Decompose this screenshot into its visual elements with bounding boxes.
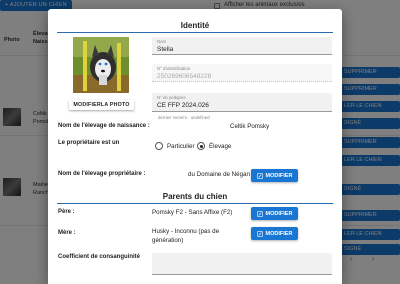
modify-label: MODIFIER [265, 230, 293, 237]
pedigree-field[interactable]: N° de pedigree CE FFP 2024.026 [152, 93, 332, 112]
mother-value-line2: génération) [152, 237, 184, 244]
mother-value: Husky - Inconnu (pas de génération) [152, 227, 219, 245]
pedigree-value: CE FFP 2024.026 [157, 102, 209, 109]
pencil-icon [256, 230, 263, 237]
modify-mother-button[interactable]: MODIFIER [251, 227, 298, 240]
father-value: Pomsky F2 - Sans Affixe (F2) [152, 209, 233, 216]
owner-elevage-label: Élevage [209, 143, 232, 150]
dog-edit-dialog: Identité MODIFIERLA PHOTO Nom Stella N° … [48, 9, 342, 284]
name-label: Nom [157, 39, 167, 44]
pencil-icon [256, 210, 263, 217]
consanguinity-field[interactable] [152, 253, 332, 275]
identification-field: N° d'identification 250269606548228 [152, 64, 332, 82]
modify-photo-button[interactable]: MODIFIERLA PHOTO [69, 100, 134, 110]
owner-particulier-radio[interactable] [155, 142, 163, 150]
identification-value: 250269606548228 [157, 73, 212, 80]
father-label: Père : [58, 209, 75, 215]
mother-value-line1: Husky - Inconnu (pas de [152, 228, 220, 235]
section-divider [57, 203, 333, 204]
pedigree-helper-text: dernier numéro : undefined [158, 115, 210, 120]
pencil-icon [256, 172, 263, 179]
birth-kennel-label: Nom de l'élevage de naissance : [58, 123, 150, 129]
name-value: Stella [157, 46, 174, 53]
owner-kennel-value: du Domaine de Négan [188, 171, 250, 178]
owner-elevage-radio[interactable] [197, 142, 205, 150]
birth-kennel-value: Celtik Pomsky [230, 123, 270, 130]
modify-father-button[interactable]: MODIFIER [251, 207, 298, 220]
pedigree-label: N° de pedigree [157, 95, 186, 100]
owner-kennel-label: Nom de l'élevage propriétaire : [58, 171, 146, 177]
identification-label: N° d'identification [157, 66, 191, 71]
owner-type-label: Le propriétaire est un [58, 140, 120, 146]
parents-section-title: Parents du chien [162, 192, 228, 201]
modify-label: MODIFIER [265, 210, 293, 217]
owner-particulier-label: Particulier [167, 143, 195, 150]
modify-owner-kennel-button[interactable]: MODIFIER [251, 169, 298, 182]
dog-photo [73, 37, 129, 93]
section-divider [57, 32, 333, 33]
mother-label: Mère : [58, 230, 76, 236]
modify-label: MODIFIER [265, 172, 293, 179]
name-field[interactable]: Nom Stella [152, 37, 332, 55]
consanguinity-label: Coefficient de consanguinité [58, 254, 141, 260]
identity-section-title: Identité [180, 21, 210, 30]
